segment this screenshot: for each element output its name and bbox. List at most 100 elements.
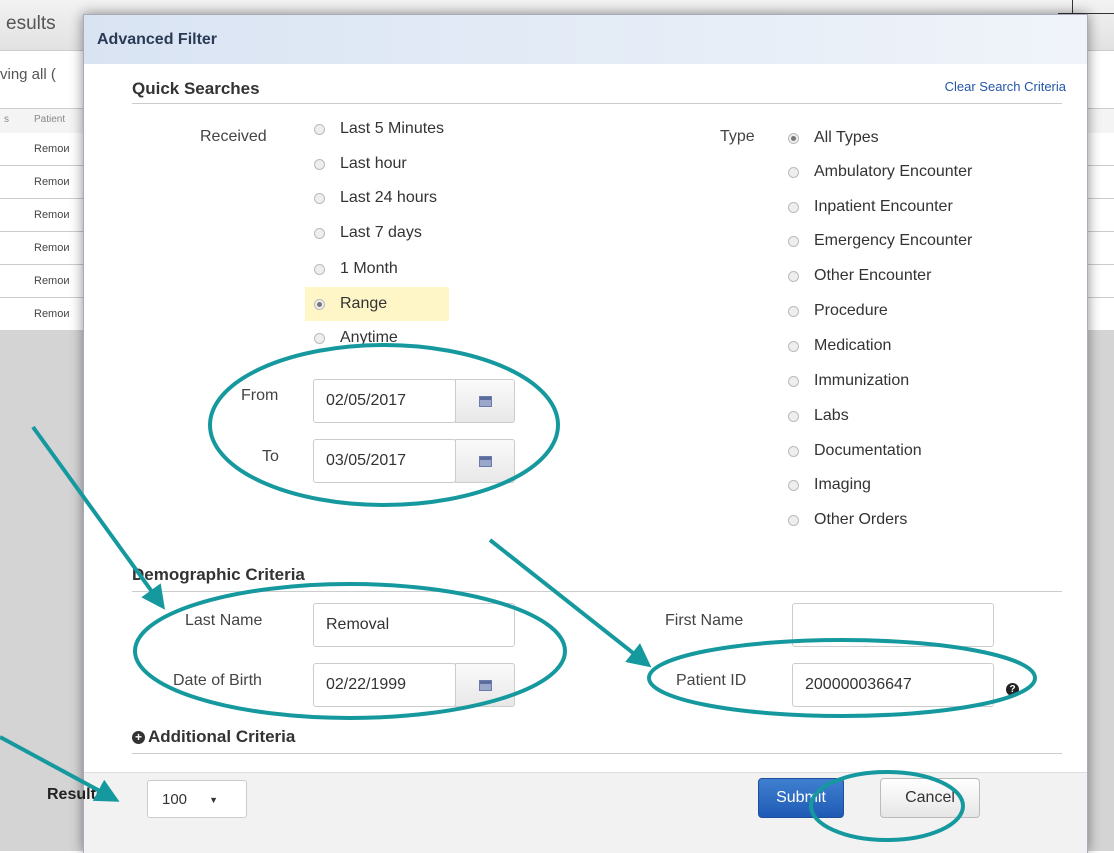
from-calendar-button[interactable] bbox=[455, 379, 515, 423]
dob-calendar-button[interactable] bbox=[455, 663, 515, 707]
radio-range[interactable]: Range bbox=[314, 292, 387, 316]
received-label: Received bbox=[200, 128, 267, 145]
radio-label: Anytime bbox=[340, 329, 398, 346]
table-cell: Remoи bbox=[34, 242, 70, 254]
column-header: s bbox=[4, 114, 9, 125]
demographic-criteria-heading: Demographic Criteria bbox=[132, 565, 305, 584]
radio-anytime[interactable]: Anytime bbox=[314, 326, 398, 350]
dialog-header: Advanced Filter bbox=[84, 15, 1087, 64]
additional-criteria-toggle[interactable]: + Additional Criteria bbox=[132, 727, 295, 747]
radio-label: Last 5 Minutes bbox=[340, 120, 445, 137]
submit-button[interactable]: Submit bbox=[758, 778, 844, 818]
calendar-icon bbox=[478, 455, 492, 467]
radio-last-5-minutes[interactable]: Last 5 Minutes bbox=[314, 117, 444, 141]
results-count-select[interactable]: 100 ▼ bbox=[147, 780, 247, 818]
last-name-input[interactable]: Removal bbox=[313, 603, 515, 647]
radio-label: Range bbox=[340, 295, 388, 312]
radio-icon bbox=[788, 235, 799, 247]
background-divider bbox=[1072, 0, 1073, 14]
to-calendar-button[interactable] bbox=[455, 439, 515, 483]
radio-label: Immunization bbox=[814, 372, 910, 389]
radio-ambulatory-encounter[interactable]: Ambulatory Encounter bbox=[788, 160, 972, 184]
additional-criteria-label: Additional Criteria bbox=[148, 727, 296, 746]
radio-icon bbox=[314, 332, 325, 344]
radio-other-encounter[interactable]: Other Encounter bbox=[788, 264, 931, 288]
type-label: Type bbox=[720, 128, 755, 145]
table-cell: Remoи bbox=[34, 143, 70, 155]
radio-icon bbox=[314, 192, 325, 204]
cancel-button[interactable]: Cancel bbox=[880, 778, 980, 818]
from-label: From bbox=[241, 387, 279, 404]
radio-icon bbox=[788, 132, 799, 144]
radio-medication[interactable]: Medication bbox=[788, 334, 891, 358]
section-divider bbox=[132, 753, 1062, 754]
patient-id-input[interactable]: 200000036647 bbox=[792, 663, 994, 707]
caret-down-icon: ▼ bbox=[209, 795, 218, 805]
date-of-birth-input[interactable]: 02/22/1999 bbox=[313, 663, 456, 707]
table-cell: Remoи bbox=[34, 209, 70, 221]
table-cell: Remoи bbox=[34, 275, 70, 287]
radio-procedure[interactable]: Procedure bbox=[788, 299, 888, 323]
plus-circle-icon: + bbox=[132, 730, 145, 744]
calendar-icon bbox=[478, 395, 492, 407]
results-count-value: 100 bbox=[162, 790, 188, 808]
radio-icon bbox=[788, 166, 799, 178]
radio-label: Medication bbox=[814, 337, 892, 354]
radio-imaging[interactable]: Imaging bbox=[788, 473, 871, 497]
radio-label: 1 Month bbox=[340, 260, 398, 277]
question-circle-icon[interactable]: ? bbox=[1006, 683, 1019, 696]
table-cell: Remoи bbox=[34, 176, 70, 188]
radio-icon bbox=[788, 270, 799, 282]
first-name-label: First Name bbox=[665, 612, 744, 629]
background-title: esults bbox=[6, 13, 56, 34]
section-divider bbox=[132, 103, 1062, 104]
radio-label: Last 24 hours bbox=[340, 189, 437, 206]
last-name-label: Last Name bbox=[185, 612, 263, 629]
radio-label: Emergency Encounter bbox=[814, 232, 973, 249]
radio-label: Last 7 days bbox=[340, 224, 422, 241]
radio-icon bbox=[788, 514, 799, 526]
radio-last-hour[interactable]: Last hour bbox=[314, 152, 407, 176]
radio-label: Last hour bbox=[340, 155, 407, 172]
radio-icon bbox=[314, 123, 325, 135]
radio-other-orders[interactable]: Other Orders bbox=[788, 508, 907, 532]
table-cell: Remoи bbox=[34, 308, 70, 320]
radio-inpatient-encounter[interactable]: Inpatient Encounter bbox=[788, 195, 953, 219]
first-name-input[interactable] bbox=[792, 603, 994, 647]
radio-icon bbox=[314, 263, 325, 275]
radio-label: Ambulatory Encounter bbox=[814, 163, 973, 180]
radio-label: Other Orders bbox=[814, 511, 908, 528]
advanced-filter-dialog: Advanced Filter Quick Searches Clear Sea… bbox=[83, 14, 1088, 853]
radio-label: Other Encounter bbox=[814, 267, 932, 284]
date-of-birth-label: Date of Birth bbox=[173, 672, 262, 689]
radio-emergency-encounter[interactable]: Emergency Encounter bbox=[788, 229, 972, 253]
calendar-icon bbox=[478, 679, 492, 691]
radio-icon bbox=[788, 479, 799, 491]
radio-documentation[interactable]: Documentation bbox=[788, 439, 922, 463]
radio-icon bbox=[788, 340, 799, 352]
radio-last-7-days[interactable]: Last 7 days bbox=[314, 221, 422, 245]
radio-label: All Types bbox=[814, 129, 879, 146]
radio-icon bbox=[788, 445, 799, 457]
radio-icon bbox=[314, 227, 325, 239]
quick-searches-heading: Quick Searches bbox=[132, 79, 260, 98]
radio-label: Inpatient Encounter bbox=[814, 198, 953, 215]
column-header: Patient bbox=[34, 114, 66, 125]
radio-icon bbox=[788, 305, 799, 317]
radio-icon bbox=[788, 410, 799, 422]
clear-search-criteria-link[interactable]: Clear Search Criteria bbox=[945, 79, 1066, 94]
section-divider bbox=[132, 591, 1062, 592]
radio-last-24-hours[interactable]: Last 24 hours bbox=[314, 186, 437, 210]
to-date-input[interactable]: 03/05/2017 bbox=[313, 439, 456, 483]
radio-all-types[interactable]: All Types bbox=[788, 126, 879, 150]
from-date-input[interactable]: 02/05/2017 bbox=[313, 379, 456, 423]
radio-1-month[interactable]: 1 Month bbox=[314, 257, 398, 281]
radio-labs[interactable]: Labs bbox=[788, 404, 849, 428]
patient-id-label: Patient ID bbox=[676, 672, 747, 689]
to-label: To bbox=[262, 448, 279, 465]
radio-label: Procedure bbox=[814, 302, 888, 319]
radio-icon bbox=[314, 298, 325, 310]
radio-icon bbox=[314, 158, 325, 170]
radio-immunization[interactable]: Immunization bbox=[788, 369, 909, 393]
dialog-title: Advanced Filter bbox=[97, 31, 218, 48]
